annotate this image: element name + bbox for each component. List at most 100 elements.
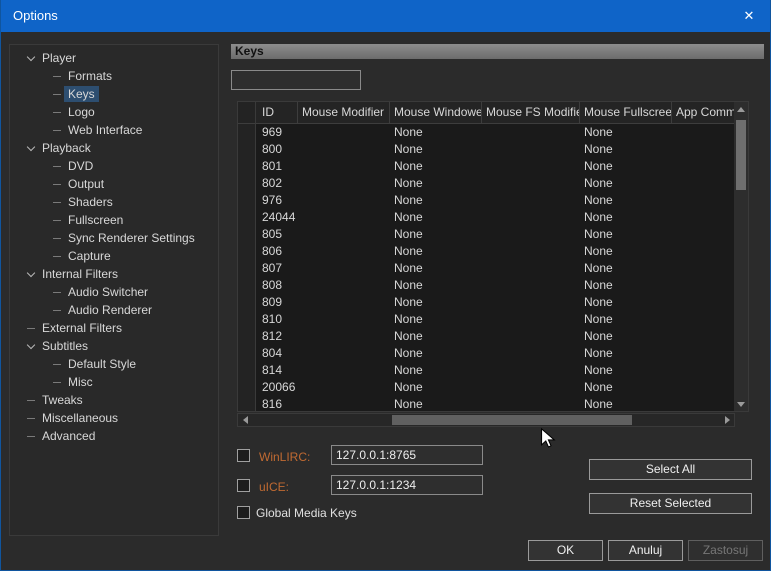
tree-item-fullscreen[interactable]: Fullscreen xyxy=(10,211,218,229)
table-row[interactable]: 804 None None xyxy=(238,345,734,362)
tree-item-miscellaneous[interactable]: Miscellaneous xyxy=(10,409,218,427)
table-row[interactable]: 805 None None xyxy=(238,226,734,243)
tree-item-logo[interactable]: Logo xyxy=(10,103,218,121)
table-row[interactable]: 809 None None xyxy=(238,294,734,311)
cell-sel xyxy=(238,175,256,192)
cell-mouse_modifier xyxy=(298,175,390,192)
select-all-button[interactable]: Select All xyxy=(589,459,752,480)
scroll-down-icon[interactable] xyxy=(734,397,748,411)
cell-id: 809 xyxy=(262,295,283,309)
tree-item-web-interface[interactable]: Web Interface xyxy=(10,121,218,139)
tree-item-audio-renderer[interactable]: Audio Renderer xyxy=(10,301,218,319)
cell-mouse_fullscreen: None xyxy=(584,329,613,343)
scroll-up-icon[interactable] xyxy=(734,102,748,116)
tree-item-audio-switcher[interactable]: Audio Switcher xyxy=(10,283,218,301)
table-row[interactable]: 24044 None None xyxy=(238,209,734,226)
table-row[interactable]: 808 None None xyxy=(238,277,734,294)
uice-checkbox[interactable] xyxy=(237,479,250,492)
vertical-scrollbar[interactable] xyxy=(734,102,748,411)
column-header[interactable]: App Comma xyxy=(672,102,734,124)
tree-item-playback[interactable]: Playback xyxy=(10,139,218,157)
tree-item-misc[interactable]: Misc xyxy=(10,373,218,391)
tree-item-label: Tweaks xyxy=(42,393,83,407)
winlirc-label[interactable]: WinLIRC: xyxy=(259,450,310,464)
cell-mouse_fullscreen: None xyxy=(584,227,613,241)
global-media-keys-label[interactable]: Global Media Keys xyxy=(256,506,357,520)
uice-label[interactable]: uICE: xyxy=(259,480,289,494)
chevron-down-icon[interactable] xyxy=(24,339,38,353)
tree-item-tweaks[interactable]: Tweaks xyxy=(10,391,218,409)
tree-item-default-style[interactable]: Default Style xyxy=(10,355,218,373)
table-row[interactable]: 802 None None xyxy=(238,175,734,192)
reset-selected-button[interactable]: Reset Selected xyxy=(589,493,752,514)
cell-app_command xyxy=(672,311,734,328)
cell-app_command xyxy=(672,277,734,294)
table-row[interactable]: 807 None None xyxy=(238,260,734,277)
chevron-down-icon[interactable] xyxy=(24,51,38,65)
tree-item-dvd[interactable]: DVD xyxy=(10,157,218,175)
chevron-down-icon[interactable] xyxy=(24,141,38,155)
tree-item-player[interactable]: Player xyxy=(10,49,218,67)
tree-line xyxy=(50,87,64,101)
scroll-right-icon[interactable] xyxy=(720,414,734,426)
cell-mouse_fs_modifier xyxy=(482,345,580,362)
column-header[interactable] xyxy=(238,102,256,124)
column-header[interactable]: ID xyxy=(256,102,298,124)
tree-item-sync-renderer-settings[interactable]: Sync Renderer Settings xyxy=(10,229,218,247)
scroll-left-icon[interactable] xyxy=(238,414,252,426)
column-header[interactable]: Mouse FS Modifier xyxy=(482,102,580,124)
cell-sel xyxy=(238,277,256,294)
winlirc-checkbox[interactable] xyxy=(237,449,250,462)
tree-line xyxy=(50,303,64,317)
ok-button[interactable]: OK xyxy=(528,540,603,561)
cancel-button[interactable]: Anuluj xyxy=(608,540,683,561)
chevron-down-icon[interactable] xyxy=(24,267,38,281)
table-row[interactable]: 806 None None xyxy=(238,243,734,260)
table-row[interactable]: 969 None None xyxy=(238,124,734,141)
cell-sel xyxy=(238,260,256,277)
tree-item-formats[interactable]: Formats xyxy=(10,67,218,85)
tree-item-external-filters[interactable]: External Filters xyxy=(10,319,218,337)
horizontal-scroll-thumb[interactable] xyxy=(392,415,632,425)
tree-item-advanced[interactable]: Advanced xyxy=(10,427,218,445)
cell-sel xyxy=(238,379,256,396)
cell-id: 801 xyxy=(262,159,283,173)
table-row[interactable]: 20066 None None xyxy=(238,379,734,396)
tree-line xyxy=(24,411,38,425)
horizontal-scrollbar[interactable] xyxy=(237,413,735,427)
keys-filter-input[interactable] xyxy=(231,70,361,90)
cell-mouse_fs_modifier xyxy=(482,328,580,345)
cell-mouse_modifier xyxy=(298,260,390,277)
cell-mouse_windowed: None xyxy=(394,363,423,377)
tree-item-subtitles[interactable]: Subtitles xyxy=(10,337,218,355)
cell-mouse_fullscreen: None xyxy=(584,159,613,173)
table-row[interactable]: 800 None None xyxy=(238,141,734,158)
tree-item-output[interactable]: Output xyxy=(10,175,218,193)
table-row[interactable]: 812 None None xyxy=(238,328,734,345)
cell-mouse_windowed: None xyxy=(394,312,423,326)
cell-sel xyxy=(238,345,256,362)
cell-mouse_windowed: None xyxy=(394,125,423,139)
tree-item-label: Sync Renderer Settings xyxy=(68,231,195,245)
tree-item-keys[interactable]: Keys xyxy=(10,85,218,103)
column-header[interactable]: Mouse Fullscreen xyxy=(580,102,672,124)
table-row[interactable]: 814 None None xyxy=(238,362,734,379)
table-row[interactable]: 810 None None xyxy=(238,311,734,328)
apply-button[interactable]: Zastosuj xyxy=(688,540,763,561)
table-row[interactable]: 976 None None xyxy=(238,192,734,209)
cell-app_command xyxy=(672,260,734,277)
cell-sel xyxy=(238,328,256,345)
tree-item-capture[interactable]: Capture xyxy=(10,247,218,265)
column-header[interactable]: Mouse Modifier xyxy=(298,102,390,124)
global-media-keys-checkbox[interactable] xyxy=(237,506,250,519)
close-icon[interactable]: ✕ xyxy=(726,0,770,32)
table-row[interactable]: 801 None None xyxy=(238,158,734,175)
vertical-scroll-thumb[interactable] xyxy=(736,120,746,190)
cell-mouse_fullscreen: None xyxy=(584,125,613,139)
winlirc-address-input[interactable] xyxy=(331,445,483,465)
tree-item-shaders[interactable]: Shaders xyxy=(10,193,218,211)
uice-address-input[interactable] xyxy=(331,475,483,495)
column-header[interactable]: Mouse Windowed xyxy=(390,102,482,124)
tree-item-internal-filters[interactable]: Internal Filters xyxy=(10,265,218,283)
table-row[interactable]: 816 None None xyxy=(238,396,734,411)
